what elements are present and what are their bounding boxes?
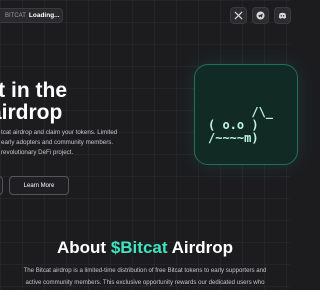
about-title-brand: $Bitcat	[110, 238, 168, 257]
brand-fragment: BITCAT	[5, 12, 26, 19]
about-title-prefix: About	[57, 238, 111, 257]
about-section-title: About $Bitcat Airdrop	[0, 238, 290, 258]
learn-more-button[interactable]: Learn More	[9, 176, 69, 195]
telegram-icon	[256, 11, 265, 20]
hero-title-line1: rt in the	[0, 79, 67, 102]
about-body-line: active community members. This exclusive…	[25, 279, 265, 286]
hero-title: rt in the airdrop	[0, 80, 67, 124]
ascii-cat-card: /\_ ( o.o ) /~~~~m)	[194, 64, 298, 165]
telegram-social-button[interactable]	[252, 7, 269, 24]
loading-status: Loading...	[28, 12, 60, 19]
ascii-line: /\_	[208, 105, 274, 119]
discord-social-button[interactable]	[274, 7, 291, 24]
ascii-line: ( o.o )	[208, 118, 259, 132]
hero-description: tcat airdrop and claim your tokens. Limi…	[1, 128, 141, 159]
hero-description-line: tcat airdrop and claim your tokens. Limi…	[1, 129, 118, 136]
wallet-status-pill[interactable]: BITCAT Loading...	[0, 8, 63, 23]
top-bar: BITCAT Loading...	[0, 0, 291, 32]
hero-description-line: revolutionary DeFi project.	[1, 149, 74, 157]
about-section-body: The Bitcat airdrop is a limited-time dis…	[0, 265, 290, 289]
x-icon	[234, 11, 243, 20]
x-social-button[interactable]	[230, 7, 247, 24]
ascii-cat-art: /\_ ( o.o ) /~~~~m)	[208, 106, 273, 145]
hero-description-line: early adopters and community members.	[1, 139, 114, 147]
discord-icon	[278, 12, 287, 19]
ascii-line: /~~~~m)	[208, 131, 259, 145]
about-title-suffix: Airdrop	[167, 238, 233, 257]
claim-button-edge[interactable]	[0, 176, 3, 195]
about-body-line: The Bitcat airdrop is a limited-time dis…	[23, 267, 267, 274]
hero-title-line2: airdrop	[0, 101, 63, 124]
